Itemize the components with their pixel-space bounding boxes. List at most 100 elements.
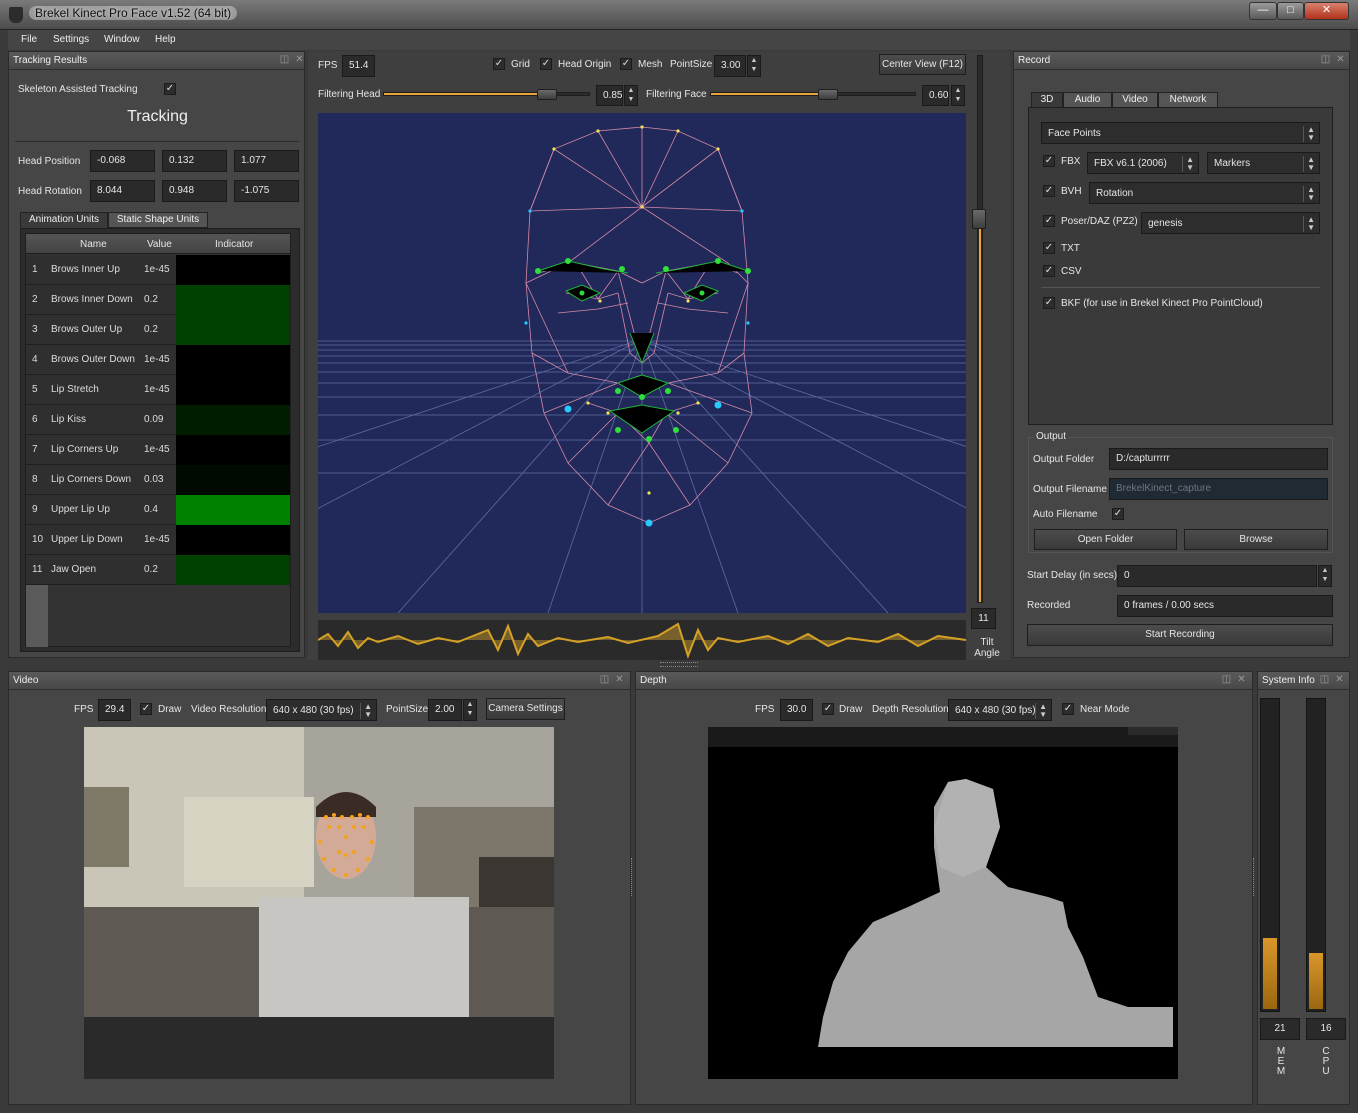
- menu-help[interactable]: Help: [155, 34, 176, 45]
- splitter-handle-3[interactable]: [1253, 858, 1256, 896]
- grid-checkbox[interactable]: ✓: [493, 58, 505, 70]
- bvh-checkbox[interactable]: ✓: [1043, 185, 1055, 197]
- video-pointsize-input[interactable]: 2.00: [428, 699, 462, 721]
- browse-button[interactable]: Browse: [1184, 529, 1328, 550]
- row-name: Brows Outer Up: [51, 324, 123, 335]
- start-delay-input[interactable]: 0: [1117, 565, 1317, 587]
- start-delay-spinner[interactable]: ▲ ▼: [1318, 565, 1332, 587]
- head-position-z[interactable]: 1.077: [234, 150, 299, 172]
- tilt-knob[interactable]: [972, 209, 986, 229]
- output-filename-input[interactable]: BrekelKinect_capture: [1109, 478, 1328, 500]
- depth-resolution-combo[interactable]: 640 x 480 (30 fps) ▲ ▼: [948, 699, 1052, 721]
- face-points-combo[interactable]: Face Points ▲ ▼: [1041, 122, 1320, 144]
- float-icon[interactable]: ◫: [279, 55, 290, 66]
- poser-mode-combo[interactable]: genesis ▲ ▼: [1141, 212, 1320, 234]
- row-value: 0.2: [144, 294, 158, 305]
- pointsize-spinner[interactable]: ▲ ▼: [747, 55, 761, 77]
- output-folder-input[interactable]: D:/capturrrrr: [1109, 448, 1328, 470]
- table-row[interactable]: 4 Brows Outer Down 1e-45: [26, 345, 290, 375]
- splitter-handle-2[interactable]: [631, 858, 634, 896]
- video-draw-checkbox[interactable]: ✓: [140, 703, 152, 715]
- poser-checkbox[interactable]: ✓: [1043, 215, 1055, 227]
- float-icon[interactable]: ◫: [599, 675, 610, 686]
- minimize-button[interactable]: —: [1249, 2, 1277, 20]
- table-row[interactable]: 3 Brows Outer Up 0.2: [26, 315, 290, 345]
- table-row[interactable]: 11 Jaw Open 0.2: [26, 555, 290, 585]
- start-recording-button[interactable]: Start Recording: [1027, 624, 1333, 646]
- menu-file[interactable]: File: [21, 34, 37, 45]
- table-row[interactable]: 10 Upper Lip Down 1e-45: [26, 525, 290, 555]
- camera-settings-button[interactable]: Camera Settings: [486, 698, 565, 720]
- float-icon[interactable]: ◫: [1320, 55, 1331, 66]
- splitter-handle[interactable]: [660, 662, 698, 667]
- row-name: Brows Outer Down: [51, 354, 135, 365]
- close-icon[interactable]: ✕: [1236, 675, 1247, 686]
- video-draw-label: Draw: [158, 704, 182, 715]
- skeleton-checkbox[interactable]: ✓: [164, 83, 176, 95]
- animation-units-table: Name Value Indicator 1 Brows Inner Up 1e-4…: [25, 233, 291, 647]
- center-view-button[interactable]: Center View (F12): [879, 54, 966, 75]
- head-rotation-z[interactable]: -1.075: [234, 180, 299, 202]
- mesh-checkbox[interactable]: ✓: [620, 58, 632, 70]
- col-indicator[interactable]: Indicator: [215, 239, 253, 250]
- head-rotation-y[interactable]: 0.948: [162, 180, 227, 202]
- table-row[interactable]: 6 Lip Kiss 0.09: [26, 405, 290, 435]
- head-rotation-x[interactable]: 8.044: [90, 180, 155, 202]
- pointsize-input[interactable]: 3.00: [714, 55, 746, 77]
- tab-network[interactable]: Network: [1158, 92, 1218, 108]
- video-pointsize-spinner[interactable]: ▲ ▼: [463, 699, 477, 721]
- menu-settings[interactable]: Settings: [53, 34, 89, 45]
- depth-camera-feed: [708, 727, 1178, 1079]
- bvh-mode-combo[interactable]: Rotation ▲ ▼: [1089, 182, 1320, 204]
- tilt-slider[interactable]: [977, 55, 983, 603]
- filter-head-knob[interactable]: [537, 89, 557, 100]
- float-icon[interactable]: ◫: [1319, 675, 1330, 686]
- table-row[interactable]: 7 Lip Corners Up 1e-45: [26, 435, 290, 465]
- table-row[interactable]: 8 Lip Corners Down 0.03: [26, 465, 290, 495]
- close-icon[interactable]: ✕: [1335, 55, 1346, 66]
- open-folder-button[interactable]: Open Folder: [1034, 529, 1177, 550]
- system-info-panel: System Info ◫ ✕ 21 16 MEM CPU: [1257, 671, 1350, 1105]
- tab-static-shape-units[interactable]: Static Shape Units: [108, 212, 208, 228]
- table-row[interactable]: 5 Lip Stretch 1e-45: [26, 375, 290, 405]
- table-row[interactable]: 2 Brows Inner Down 0.2: [26, 285, 290, 315]
- head-origin-checkbox[interactable]: ✓: [540, 58, 552, 70]
- filter-face-slider[interactable]: [710, 92, 916, 96]
- bkf-checkbox[interactable]: ✓: [1043, 297, 1055, 309]
- close-icon[interactable]: ✕: [294, 55, 305, 66]
- tab-3d[interactable]: 3D: [1031, 92, 1063, 108]
- tilt-value[interactable]: 11: [971, 608, 996, 629]
- fbx-checkbox[interactable]: ✓: [1043, 155, 1055, 167]
- fbx-version-combo[interactable]: FBX v6.1 (2006) ▲ ▼: [1087, 152, 1199, 174]
- tab-audio[interactable]: Audio: [1063, 92, 1112, 108]
- auto-filename-checkbox[interactable]: ✓: [1112, 508, 1124, 520]
- near-mode-checkbox[interactable]: ✓: [1062, 703, 1074, 715]
- filter-head-value[interactable]: 0.85: [596, 85, 623, 106]
- head-position-x[interactable]: -0.068: [90, 150, 155, 172]
- table-row[interactable]: 9 Upper Lip Up 0.4: [26, 495, 290, 525]
- filter-face-value[interactable]: 0.60: [922, 85, 949, 106]
- close-icon[interactable]: ✕: [1334, 675, 1345, 686]
- depth-draw-checkbox[interactable]: ✓: [822, 703, 834, 715]
- csv-checkbox[interactable]: ✓: [1043, 265, 1055, 277]
- tab-video[interactable]: Video: [1112, 92, 1158, 108]
- maximize-button[interactable]: □: [1277, 2, 1304, 20]
- col-name[interactable]: Name: [80, 239, 107, 250]
- 3d-viewport[interactable]: [318, 113, 966, 613]
- close-button[interactable]: ✕: [1304, 2, 1349, 20]
- tab-animation-units[interactable]: Animation Units: [20, 212, 108, 228]
- head-position-y[interactable]: 0.132: [162, 150, 227, 172]
- menu-window[interactable]: Window: [104, 34, 140, 45]
- filter-head-spinner[interactable]: ▲ ▼: [624, 85, 638, 106]
- close-icon[interactable]: ✕: [614, 675, 625, 686]
- filter-head-slider[interactable]: [383, 92, 590, 96]
- filter-face-knob[interactable]: [818, 89, 838, 100]
- float-icon[interactable]: ◫: [1221, 675, 1232, 686]
- txt-checkbox[interactable]: ✓: [1043, 242, 1055, 254]
- col-value[interactable]: Value: [147, 239, 172, 250]
- table-row[interactable]: 1 Brows Inner Up 1e-45: [26, 255, 290, 285]
- filter-face-spinner[interactable]: ▲ ▼: [951, 85, 965, 106]
- row-value: 0.2: [144, 564, 158, 575]
- fbx-mode-combo[interactable]: Markers ▲ ▼: [1207, 152, 1320, 174]
- video-resolution-combo[interactable]: 640 x 480 (30 fps) ▲ ▼: [266, 699, 377, 721]
